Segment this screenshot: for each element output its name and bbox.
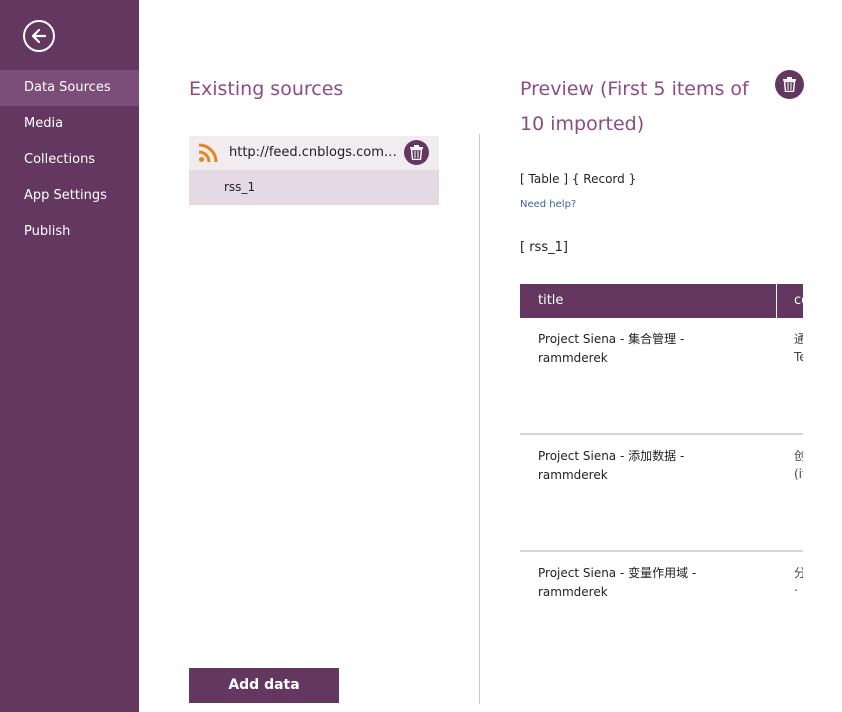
trash-icon [410,145,423,160]
sidebar: Data Sources Media Collections App Setti… [0,0,139,712]
table-name: [ rss_1] [520,240,568,255]
panel-divider [479,134,480,704]
cell-title: Project Siena - 添加数据 - rammderek [538,449,685,482]
column-header-content[interactable]: co [776,284,803,318]
table-row: Project Siena - 变量作用域 - rammderek 分 可 ‧ … [520,552,803,664]
nav-publish[interactable]: Publish [0,214,139,250]
table-header: title co [520,284,803,318]
nav-app-settings[interactable]: App Settings [0,178,139,214]
cell-content: 分 可 ‧ ‧ ‧ [794,566,803,598]
preview-title: Preview (First 5 items of 10 imported) [520,78,749,135]
delete-preview-button[interactable] [775,70,804,99]
format-description: [ Table ] { Record } [520,172,637,186]
need-help-link[interactable]: Need help? [520,199,576,210]
table-row: Project Siena - 添加数据 - rammderek 创C(it(i… [520,435,803,552]
source-item[interactable]: http://feed.cnblogs.com/b... [189,136,439,170]
cell-content: 通义数Te两力 [794,332,803,364]
nav-data-sources[interactable]: Data Sources [0,70,139,106]
column-header-title[interactable]: title [520,284,563,318]
cell-title: Project Siena - 变量作用域 - rammderek [538,566,697,599]
nav-collections[interactable]: Collections [0,142,139,178]
nav-media[interactable]: Media [0,106,139,142]
back-arrow-icon [31,28,47,44]
source-list: http://feed.cnblogs.com/b... rss_1 [189,136,439,205]
rss-icon [198,143,218,163]
preview-table[interactable]: title co Project Siena - 集合管理 - rammdere… [520,284,803,664]
source-child-item[interactable]: rss_1 [189,170,439,205]
cell-content: 创C(it(it汁( [794,449,803,481]
table-row: Project Siena - 集合管理 - rammderek 通义数Te两力 [520,318,803,435]
existing-sources-title: Existing sources [189,78,344,100]
cell-title: Project Siena - 集合管理 - rammderek [538,332,685,365]
trash-icon [783,77,796,92]
add-data-button[interactable]: Add data [189,668,339,703]
back-button[interactable] [23,20,55,52]
delete-source-button[interactable] [404,140,429,165]
source-url: http://feed.cnblogs.com/b... [229,145,397,160]
